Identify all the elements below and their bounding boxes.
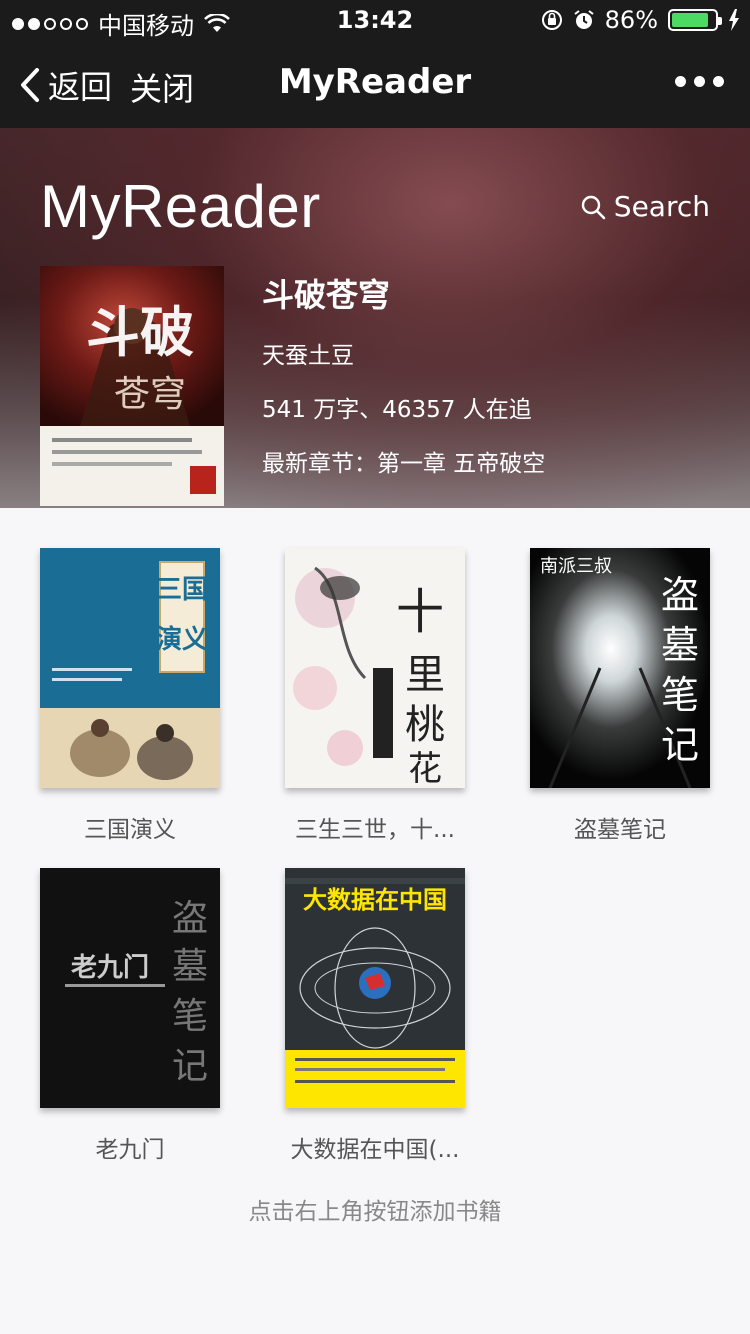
featured-banner: MyReader Search 斗破 苍穹 斗破苍穹 天蚕土豆 541 万字、4… <box>0 128 750 508</box>
svg-text:老九门: 老九门 <box>71 953 149 983</box>
book-item[interactable]: 十 里 桃 花 三生三世，十... <box>285 548 465 844</box>
charging-bolt-icon <box>729 9 739 31</box>
svg-text:南派三叔: 南派三叔 <box>540 556 612 577</box>
featured-book-stats: 541 万字、46357 人在追 <box>262 397 532 423</box>
nav-bar: 返回 关闭 MyReader <box>0 40 750 128</box>
alarm-clock-icon <box>574 10 594 29</box>
svg-text:花: 花 <box>408 749 442 788</box>
book-item[interactable]: 盗 墓 笔 记 老九门 老九门 <box>40 868 220 1164</box>
status-right: 86% <box>541 6 740 34</box>
book-item[interactable]: 大数据在中国 大数据在中国(... <box>285 868 465 1164</box>
book-cover: 盗 墓 笔 记 老九门 <box>40 868 220 1108</box>
book-title: 盗墓笔记 <box>574 817 666 843</box>
add-book-hint: 点击右上角按钮添加书籍 <box>248 1199 502 1225</box>
featured-book-latest-chapter: 最新章节：第一章 五帝破空 <box>262 451 546 477</box>
featured-book-title: 斗破苍穹 <box>262 276 391 314</box>
svg-text:苍穹: 苍穹 <box>114 374 186 415</box>
featured-book-author: 天蚕土豆 <box>262 343 354 369</box>
more-menu-button[interactable] <box>675 76 724 87</box>
more-dot-icon <box>675 76 686 87</box>
book-cover: 南派三叔 盗 墓 笔 记 <box>530 548 710 789</box>
book-title: 老九门 <box>95 1137 165 1163</box>
svg-text:墓: 墓 <box>661 623 699 667</box>
brand-logo: MyReader <box>40 173 321 240</box>
svg-text:盗: 盗 <box>172 898 208 939</box>
orientation-lock-icon <box>541 10 562 30</box>
search-icon <box>581 195 606 219</box>
book-cover: 大数据在中国 <box>285 868 465 1108</box>
search-label: Search <box>613 190 710 223</box>
svg-text:十: 十 <box>396 584 444 640</box>
more-dot-icon <box>694 76 705 87</box>
svg-text:记: 记 <box>661 723 699 767</box>
book-cover: 十 里 桃 花 <box>285 548 465 789</box>
svg-text:记: 记 <box>172 1046 208 1087</box>
svg-text:盗: 盗 <box>661 573 699 617</box>
svg-text:大数据在中国: 大数据在中国 <box>303 886 447 914</box>
featured-book-info[interactable]: 斗破苍穹 天蚕土豆 541 万字、46357 人在追 最新章节：第一章 五帝破空 <box>262 270 545 498</box>
book-title: 大数据在中国(... <box>290 1137 460 1163</box>
svg-text:里: 里 <box>405 652 445 698</box>
nav-title: MyReader <box>278 62 472 102</box>
svg-text:墓: 墓 <box>172 946 208 987</box>
book-item[interactable]: 南派三叔 盗 墓 笔 记 盗墓笔记 <box>530 548 710 844</box>
battery-percent: 86% <box>604 6 658 34</box>
svg-text:斗破: 斗破 <box>86 300 194 364</box>
featured-book-cover[interactable]: 斗破 苍穹 <box>40 266 224 506</box>
svg-text:桃: 桃 <box>405 702 445 748</box>
more-dot-icon <box>713 76 724 87</box>
svg-text:三国: 三国 <box>156 575 208 605</box>
book-cover: 三国 演义 <box>40 548 220 788</box>
svg-text:笔: 笔 <box>172 996 208 1037</box>
book-title: 三国演义 <box>84 817 176 843</box>
search-button[interactable]: Search <box>580 190 710 223</box>
battery-icon <box>668 9 722 31</box>
book-title: 三生三世，十... <box>295 817 455 843</box>
svg-text:演义: 演义 <box>156 624 208 655</box>
book-item[interactable]: 三国 演义 三国演义 <box>40 548 220 844</box>
status-bar: 中国移动 13:42 86% <box>0 0 750 40</box>
svg-text:笔: 笔 <box>661 673 699 717</box>
